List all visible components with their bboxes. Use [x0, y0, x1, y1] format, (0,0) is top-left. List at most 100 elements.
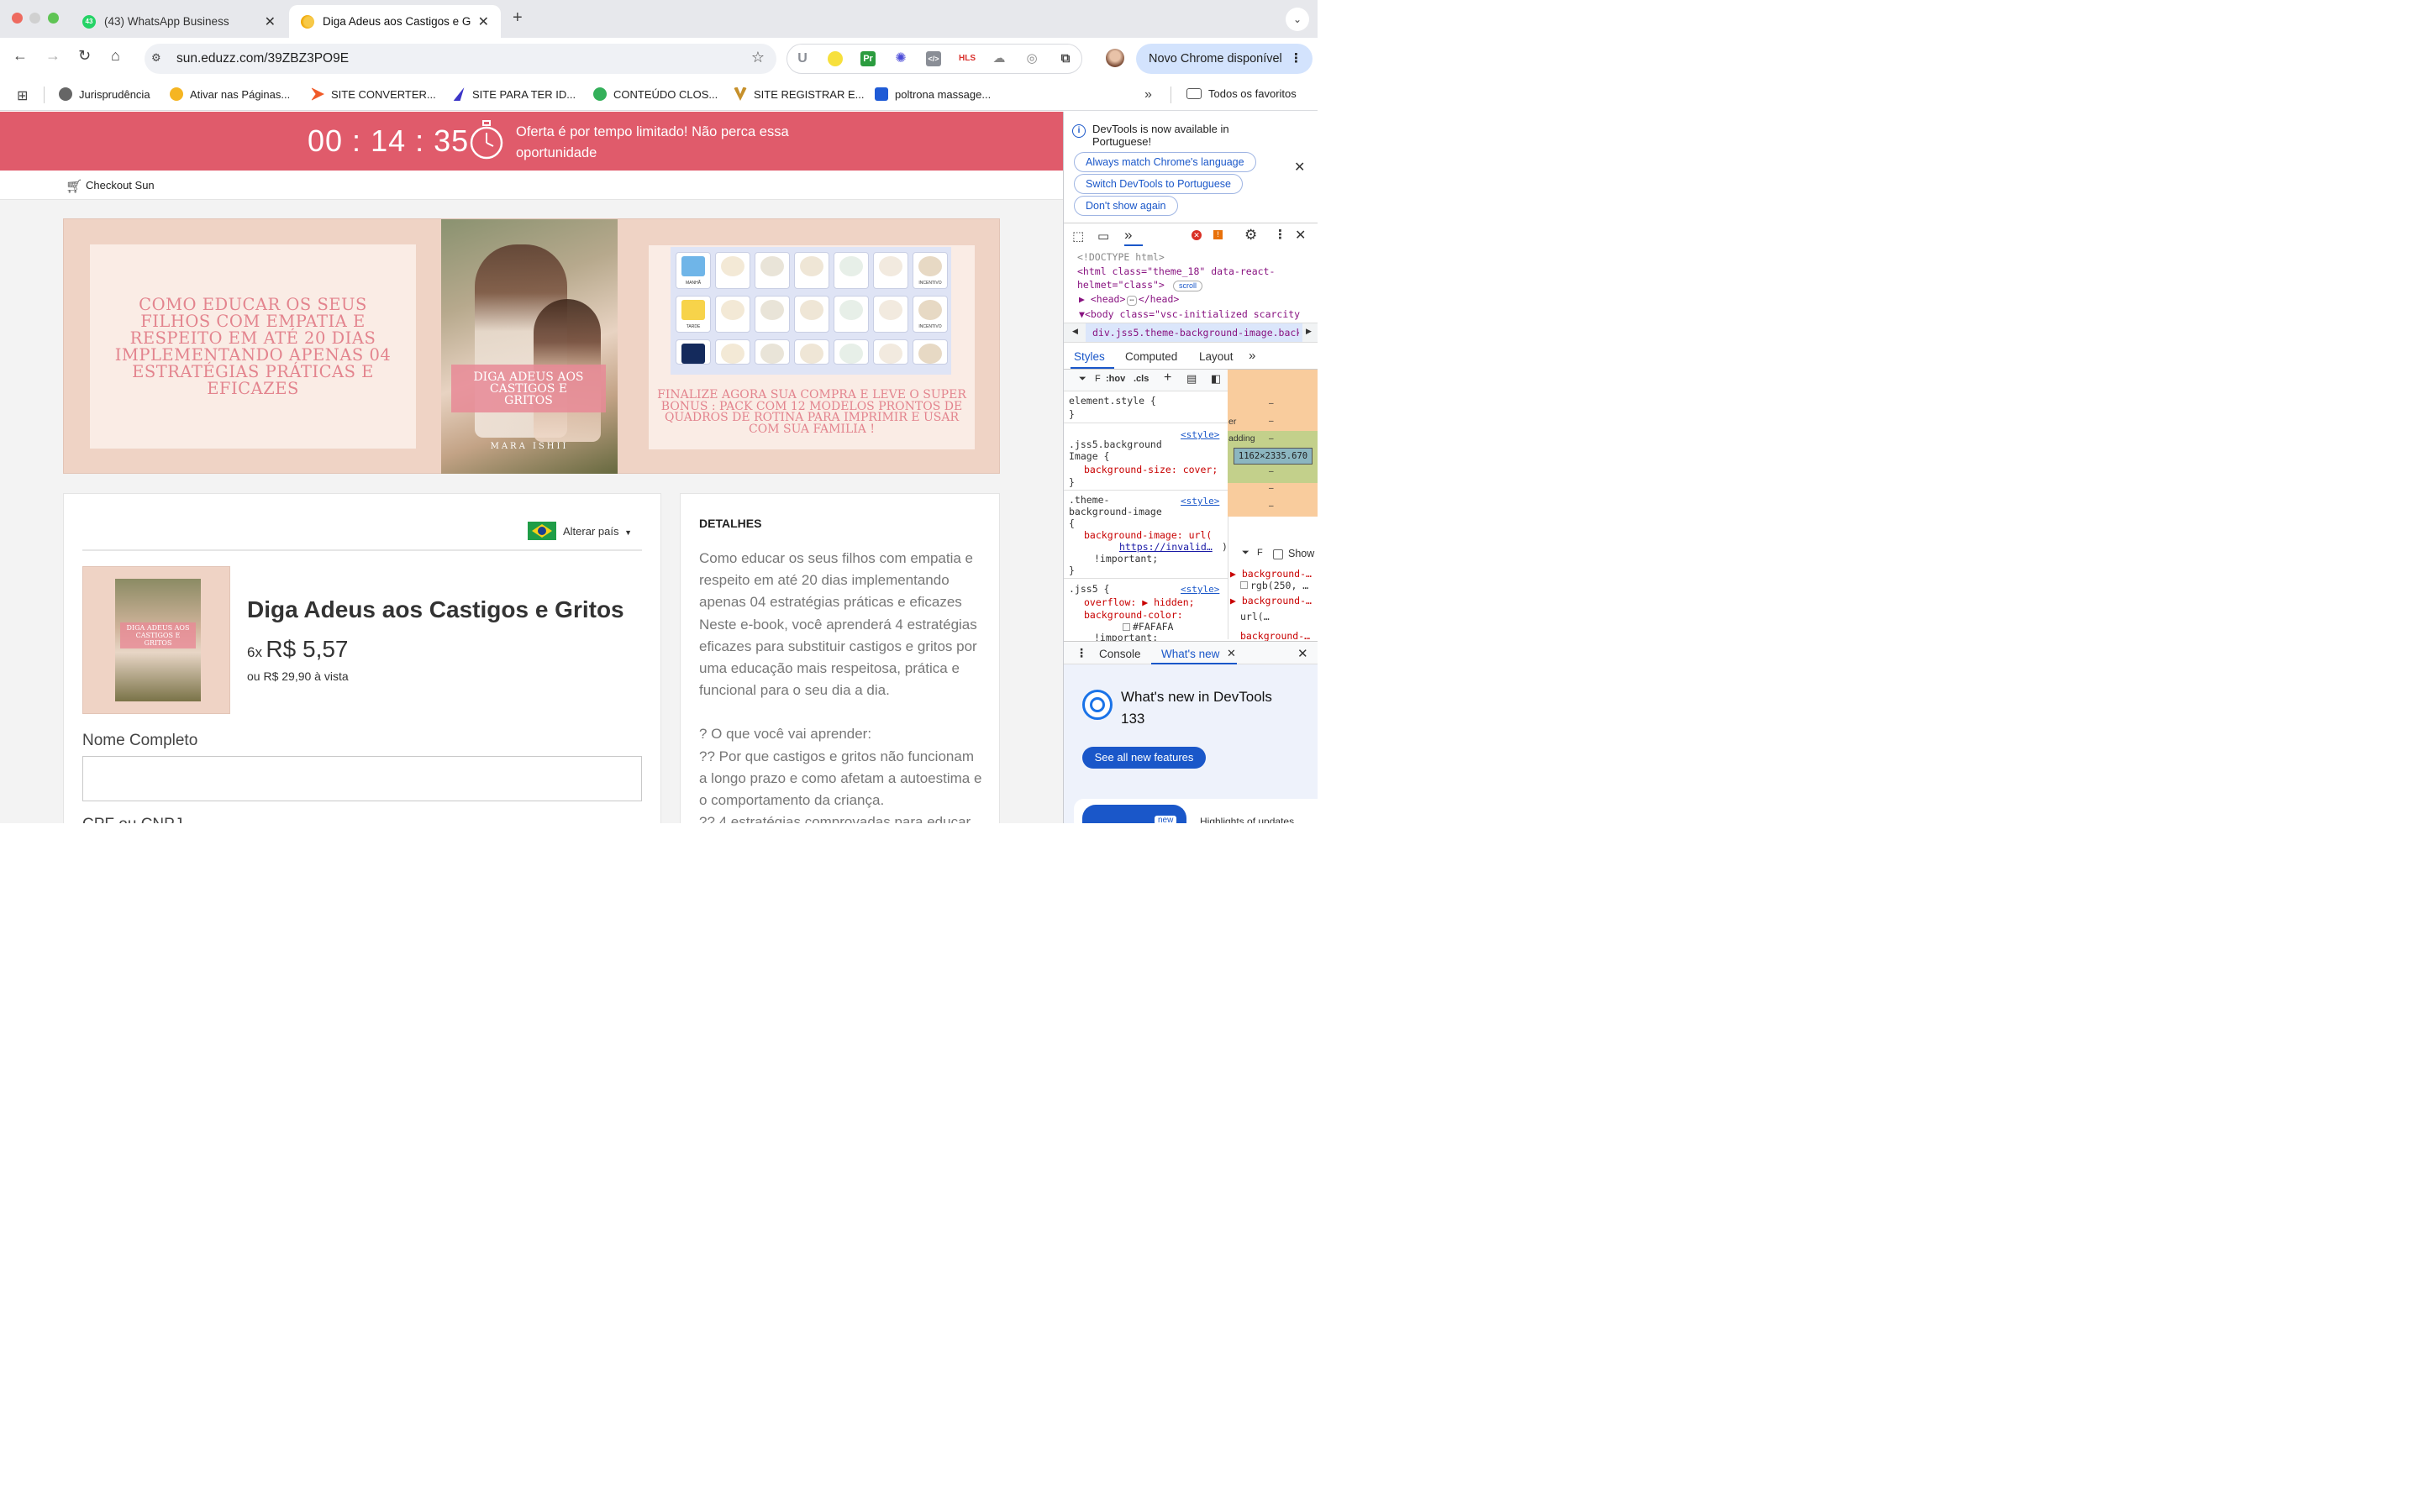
computed-row[interactable]: ▶ background-…	[1230, 568, 1312, 580]
device-toolbar-icon[interactable]: ▭	[1097, 228, 1109, 244]
cloud-extension-icon[interactable]: ☁	[992, 51, 1007, 66]
maximize-window-button[interactable]	[48, 13, 59, 24]
see-all-features-button[interactable]: See all new features	[1082, 747, 1206, 769]
scroll-badge[interactable]: scroll	[1173, 281, 1203, 291]
box-model-content[interactable]: 1162×2335.670	[1234, 448, 1313, 465]
sidebar-toggle-icon[interactable]: ◧	[1211, 372, 1221, 386]
puzzle-extensions-icon[interactable]: ⧉	[1058, 51, 1073, 66]
rule-source[interactable]: <style>	[1181, 584, 1219, 595]
forward-button[interactable]: →	[45, 47, 60, 65]
computed-row[interactable]: ▶ background-…	[1230, 595, 1312, 606]
close-notice-icon[interactable]: ✕	[1294, 159, 1305, 176]
back-button[interactable]: ←	[13, 47, 28, 65]
styles-filter[interactable]: F	[1095, 374, 1101, 384]
tab-checkout[interactable]: Diga Adeus aos Castigos e Gr ✕	[289, 5, 501, 38]
bookmark-item[interactable]: SITE PARA TER ID...	[452, 87, 576, 101]
minimize-window-button[interactable]	[29, 13, 40, 24]
settings-gear-icon[interactable]: ⚙	[1244, 227, 1257, 244]
dom-doctype[interactable]: <!DOCTYPE html>	[1077, 251, 1165, 263]
warning-icon[interactable]: !	[1213, 230, 1223, 239]
breadcrumb-right-arrow[interactable]: ▶	[1306, 327, 1312, 336]
globe-extension-icon[interactable]: ◎	[1024, 51, 1039, 66]
bookmark-label: poltrona massage...	[895, 87, 992, 101]
close-drawer-icon[interactable]: ✕	[1297, 646, 1308, 661]
switch-portuguese-button[interactable]: Switch DevTools to Portuguese	[1074, 174, 1244, 194]
more-bookmarks-icon[interactable]: »	[1144, 87, 1152, 102]
all-bookmarks-folder[interactable]: Todos os favoritos	[1186, 87, 1297, 100]
bookmark-item[interactable]: CONTEÚDO CLOS...	[593, 87, 718, 101]
close-tab-icon[interactable]: ✕	[1227, 647, 1236, 660]
more-panels-icon[interactable]: »	[1249, 349, 1255, 363]
filter-icon[interactable]: ⏷	[1242, 548, 1249, 559]
dom-head[interactable]: ▶ <head> ⋯ </head>	[1079, 293, 1179, 306]
pr-extension-icon[interactable]: Pr	[860, 51, 876, 66]
change-country-dropdown[interactable]: Alterar país ▼	[563, 525, 632, 538]
bookmark-star-icon[interactable]: ☆	[751, 49, 765, 66]
css-property[interactable]: overflow: ▶ hidden;	[1084, 596, 1195, 608]
kebab-menu-icon[interactable]: ⋮	[1274, 227, 1286, 242]
u-extension-icon[interactable]: U	[795, 51, 810, 66]
bookmark-item[interactable]: poltrona massage...	[875, 87, 991, 101]
new-tab-button[interactable]: +	[513, 8, 523, 28]
dom-body[interactable]: ▼<body class="vsc-initialized scarcity	[1079, 308, 1300, 320]
bookmark-item[interactable]: SITE REGISTRAR E...	[734, 87, 864, 101]
cls-toggle[interactable]: .cls	[1134, 374, 1149, 384]
update-chrome-button[interactable]: Novo Chrome disponível ⋮	[1136, 44, 1313, 74]
close-window-button[interactable]	[12, 13, 23, 24]
color-swatch[interactable]	[1123, 623, 1130, 631]
reload-button[interactable]: ↻	[78, 47, 91, 65]
css-value[interactable]: #FAFAFA	[1133, 621, 1173, 633]
bookmark-item[interactable]: Jurisprudência	[59, 87, 150, 101]
close-tab-icon[interactable]: ✕	[265, 13, 276, 30]
tab-console[interactable]: Console	[1099, 648, 1141, 660]
tab-search-button[interactable]: ⌄	[1286, 8, 1309, 31]
computed-row[interactable]: background-…	[1240, 630, 1310, 642]
screen-recorder-icon[interactable]	[828, 51, 843, 66]
error-icon[interactable]: ✕	[1192, 230, 1202, 240]
hov-toggle[interactable]: :hov	[1106, 374, 1125, 384]
breadcrumb-text[interactable]: div.jss5.theme-background-image.back	[1092, 327, 1299, 339]
css-property[interactable]: background-image: url(	[1084, 529, 1212, 541]
flower-extension-icon[interactable]: ✺	[893, 51, 908, 66]
address-bar[interactable]: ⚙ sun.eduzz.com/39ZBZ3PO9E ☆	[145, 44, 776, 74]
rule-selector[interactable]: .theme-	[1069, 494, 1109, 506]
avatar[interactable]	[1106, 49, 1124, 67]
tab-computed[interactable]: Computed	[1125, 350, 1177, 363]
rule-source[interactable]: <style>	[1181, 496, 1219, 507]
rule-selector[interactable]: .jss5 {	[1069, 583, 1109, 595]
site-settings-icon[interactable]: ⚙	[151, 51, 161, 65]
bookmark-item[interactable]: Ativar nas Páginas...	[170, 87, 290, 101]
breadcrumb-left-arrow[interactable]: ◀	[1072, 327, 1078, 336]
tab-styles[interactable]: Styles	[1074, 350, 1105, 363]
match-language-button[interactable]: Always match Chrome's language	[1074, 152, 1256, 172]
rule-selector[interactable]: .jss5.background	[1069, 438, 1162, 450]
kebab-menu-icon[interactable]: ⋮	[1290, 50, 1302, 66]
css-url-link[interactable]: https://invalid…	[1119, 541, 1213, 553]
routine-activity-cell	[873, 339, 908, 365]
filter-icon[interactable]: ⏷	[1079, 374, 1086, 385]
rule-source[interactable]: <style>	[1181, 429, 1219, 440]
close-devtools-icon[interactable]: ✕	[1295, 227, 1306, 244]
add-rule-icon[interactable]: +	[1164, 370, 1171, 386]
apps-grid-icon[interactable]: ⊞	[17, 87, 28, 104]
code-extension-icon[interactable]: </>	[926, 51, 941, 66]
show-all-checkbox[interactable]	[1273, 549, 1283, 559]
hls-extension-icon[interactable]: HLS	[959, 51, 976, 66]
css-property[interactable]: background-size: cover;	[1084, 464, 1218, 475]
computed-filter[interactable]: F	[1257, 548, 1263, 558]
bookmark-item[interactable]: SITE CONVERTER...	[311, 87, 436, 101]
name-input[interactable]	[82, 756, 642, 801]
close-tab-icon[interactable]: ✕	[478, 13, 489, 30]
more-tabs-icon[interactable]: »	[1124, 227, 1132, 244]
tab-whatsapp[interactable]: 43 (43) WhatsApp Business ✕	[71, 5, 287, 38]
dom-html[interactable]: <html class="theme_18" data-react-	[1077, 265, 1275, 277]
css-property[interactable]: background-color:	[1084, 609, 1183, 621]
inspect-element-icon[interactable]: ⬚	[1072, 228, 1084, 244]
tab-whats-new[interactable]: What's new	[1161, 648, 1219, 660]
paint-icon[interactable]: ▤	[1186, 372, 1197, 386]
home-button[interactable]: ⌂	[111, 47, 120, 65]
dont-show-button[interactable]: Don't show again	[1074, 196, 1178, 216]
tab-layout[interactable]: Layout	[1199, 350, 1234, 363]
drawer-menu-icon[interactable]: ⋮	[1076, 646, 1087, 660]
element-style-rule[interactable]: element.style {	[1069, 395, 1156, 407]
